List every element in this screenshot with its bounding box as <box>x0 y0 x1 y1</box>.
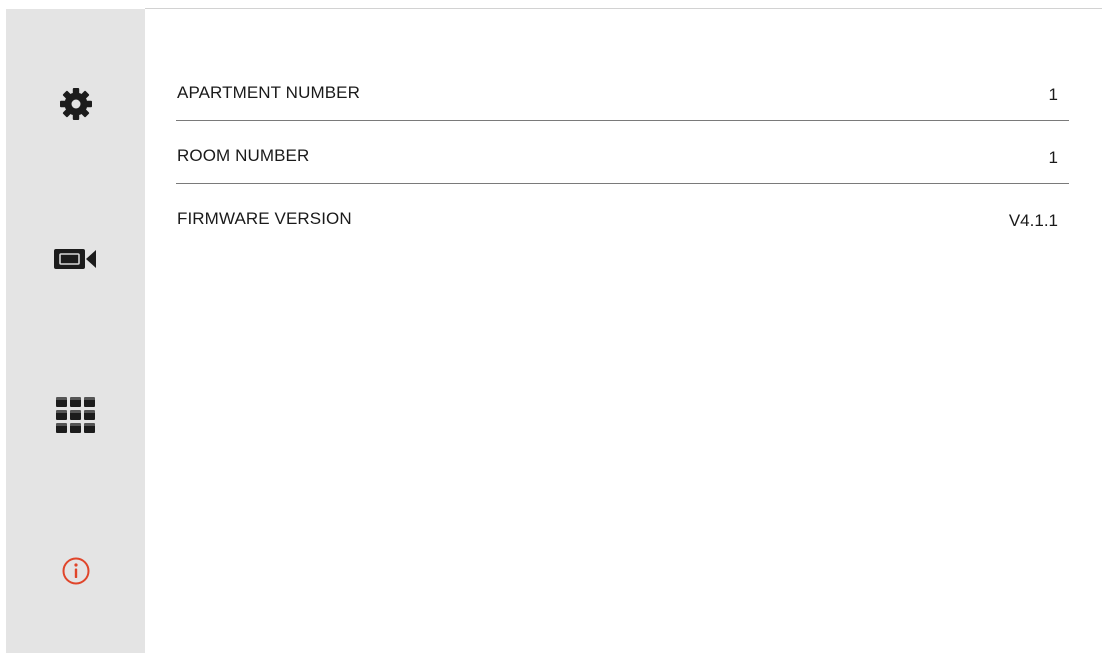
gear-icon <box>59 87 93 121</box>
sidebar-item-camera[interactable] <box>6 229 145 289</box>
firmware-version-value: V4.1.1 <box>1008 211 1058 230</box>
info-icon <box>61 556 91 586</box>
apartment-number-label: APARTMENT NUMBER <box>177 83 360 102</box>
apartment-number-value: 1 <box>1048 85 1058 104</box>
room-number-value: 1 <box>1048 148 1058 167</box>
device-info-list: APARTMENT NUMBER 1 ROOM NUMBER 1 FIRMWAR… <box>176 58 1069 247</box>
settings-screen: APARTMENT NUMBER 1 ROOM NUMBER 1 FIRMWAR… <box>0 0 1102 653</box>
sidebar <box>6 9 145 653</box>
sidebar-item-keypad[interactable] <box>6 385 145 445</box>
room-number-label: ROOM NUMBER <box>177 146 310 165</box>
info-row-apartment-number: APARTMENT NUMBER 1 <box>176 58 1069 121</box>
keypad-grid-icon <box>55 397 96 433</box>
top-divider <box>145 8 1102 9</box>
info-row-room-number: ROOM NUMBER 1 <box>176 121 1069 184</box>
info-row-firmware-version: FIRMWARE VERSION V4.1.1 <box>176 184 1069 247</box>
camera-icon <box>53 246 98 272</box>
firmware-version-label: FIRMWARE VERSION <box>177 209 352 228</box>
sidebar-item-info[interactable] <box>6 541 145 601</box>
sidebar-item-settings[interactable] <box>6 74 145 134</box>
